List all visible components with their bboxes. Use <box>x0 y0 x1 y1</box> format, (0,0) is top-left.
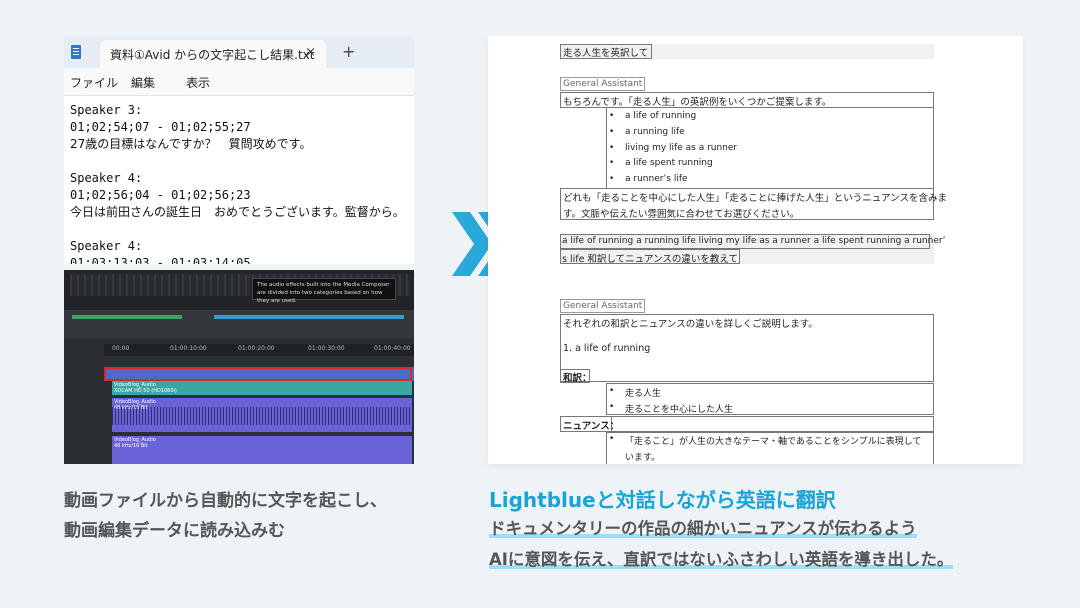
audio-track-clip-2[interactable] <box>112 436 412 464</box>
menu-view[interactable]: 表示 <box>186 74 210 91</box>
list-item: living my life as a runner <box>609 143 737 153</box>
menu-file[interactable]: ファイル <box>70 74 118 91</box>
left-caption: 動画ファイルから自動的に文字を起こし、 動画編集データに読み込みむ <box>64 486 387 546</box>
user-prompt-2-cont: s life 和訳してニュアンスの違いを教えて <box>562 254 738 265</box>
editor-teal-bar <box>214 315 404 319</box>
list-item-cont: います。 <box>625 453 661 463</box>
list-item: 走る人生 <box>609 386 661 399</box>
audio-waveform <box>112 407 412 425</box>
timecode-label: 01:00:10:00 <box>170 345 207 352</box>
track-headers <box>64 356 104 464</box>
text-line: 今日は前田さんの誕生日 おめでとうございます。監督から。 <box>70 205 405 219</box>
right-caption-title: Lightblueと対話しながら英語に翻訳 <box>489 488 836 512</box>
notepad-tab[interactable]: 資料①Avid からの文字起こし結果.txt × <box>100 40 326 68</box>
reply-2-intro: それぞれの和訳とニュアンスの違いを詳しくご説明します。 <box>563 319 818 330</box>
text-line: Speaker 3: <box>70 103 143 117</box>
highlight-box <box>104 367 412 381</box>
assistant-label: General Assistant <box>560 77 646 91</box>
text-line: 01;02;56;04 - 01;02;56;23 <box>70 188 251 202</box>
timecode-label: 01:00:40:00 <box>374 345 411 352</box>
list-item: 「走ること」が人生の大きなテーマ・軸であることをシンプルに表現して <box>609 434 921 447</box>
timecode-label: 00:00 <box>112 345 130 352</box>
left-caption-line: 動画ファイルから自動的に文字を起こし、 <box>64 491 387 511</box>
nuance-label: ニュアンス： <box>563 421 620 432</box>
reply-1-outro: す。文脈や伝えたい雰囲気に合わせてお選びください。 <box>563 209 800 220</box>
reply-1-intro: もちろんです。「走る人生」の英訳例をいくつかご提案します。 <box>563 97 832 108</box>
wayaku-label: 和訳： <box>563 373 592 384</box>
timecode-label: 01:00:30:00 <box>308 345 345 352</box>
chat-transcript-document: 走る人生を英訳して General Assistant もちろんです。「走る人生… <box>488 36 1023 464</box>
list-item: 走ることを中心にした人生 <box>609 402 733 415</box>
list-item: a life spent running <box>609 158 713 168</box>
close-icon[interactable]: × <box>305 45 316 60</box>
assistant-label-2: General Assistant <box>560 299 646 313</box>
timecode-label: 01:00:20:00 <box>238 345 275 352</box>
reply-2-heading: 1. a life of running <box>563 343 651 354</box>
user-prompt-1: 走る人生を英訳して <box>563 48 649 59</box>
text-line: Speaker 4: <box>70 171 143 185</box>
editor-green-bar <box>72 315 182 319</box>
list-item: a life of running <box>609 111 696 121</box>
right-caption-line-2: AIに意図を伝え、直訳ではないふさわしい英語を導き出した。 <box>489 550 954 569</box>
notepad-window: 資料①Avid からの文字起こし結果.txt × + ファイル 編集 表示 Sp… <box>64 36 414 264</box>
menu-edit[interactable]: 編集 <box>131 74 155 91</box>
right-caption-line: AIに意図を伝え、直訳ではないふさわしい英語を導き出した。 <box>489 548 954 572</box>
video-editor-screenshot: The audio effects built into the Media C… <box>64 270 414 464</box>
notepad-tab-title: 資料①Avid からの文字起こし結果.txt <box>110 48 315 62</box>
new-tab-icon[interactable]: + <box>342 42 355 61</box>
left-caption-line: 動画編集データに読み込みむ <box>64 521 285 541</box>
clip-label: XDCAM HD 50 (HD1080i) <box>114 388 177 394</box>
text-line-empty <box>70 221 414 238</box>
clip-label: 48 kHz/16 Bit <box>114 443 148 449</box>
text-line: 01;03;13;03 - 01;03;14;05 <box>70 256 251 264</box>
right-caption-line: ドキュメンタリーの作品の細かいニュアンスが伝わるよう <box>489 517 917 541</box>
list-item: a runner’s life <box>609 174 687 184</box>
notepad-menubar: ファイル 編集 表示 <box>64 68 414 96</box>
text-line: 27歳の目標はなんですか？ 質問攻めです。 <box>70 137 312 151</box>
right-caption-line-1: ドキュメンタリーの作品の細かいニュアンスが伝わるよう <box>489 519 917 538</box>
reply-1-outro: どれも「走ることを中心にした人生」「走ることに捧げた人生」というニュアンスを含み… <box>563 193 947 204</box>
editor-tooltip: The audio effects built into the Media C… <box>252 278 396 304</box>
text-line-empty <box>70 153 414 170</box>
list-item: a running life <box>609 127 685 137</box>
notepad-text-area[interactable]: Speaker 3: 01;02;54;07 - 01;02;55;27 27歳… <box>64 96 414 264</box>
text-line: 01;02;54;07 - 01;02;55;27 <box>70 120 251 134</box>
notepad-tabbar: 資料①Avid からの文字起こし結果.txt × + <box>64 36 414 68</box>
text-line: Speaker 4: <box>70 239 143 253</box>
notepad-app-icon <box>71 45 81 59</box>
user-prompt-2: a life of running a running life living … <box>562 236 946 246</box>
